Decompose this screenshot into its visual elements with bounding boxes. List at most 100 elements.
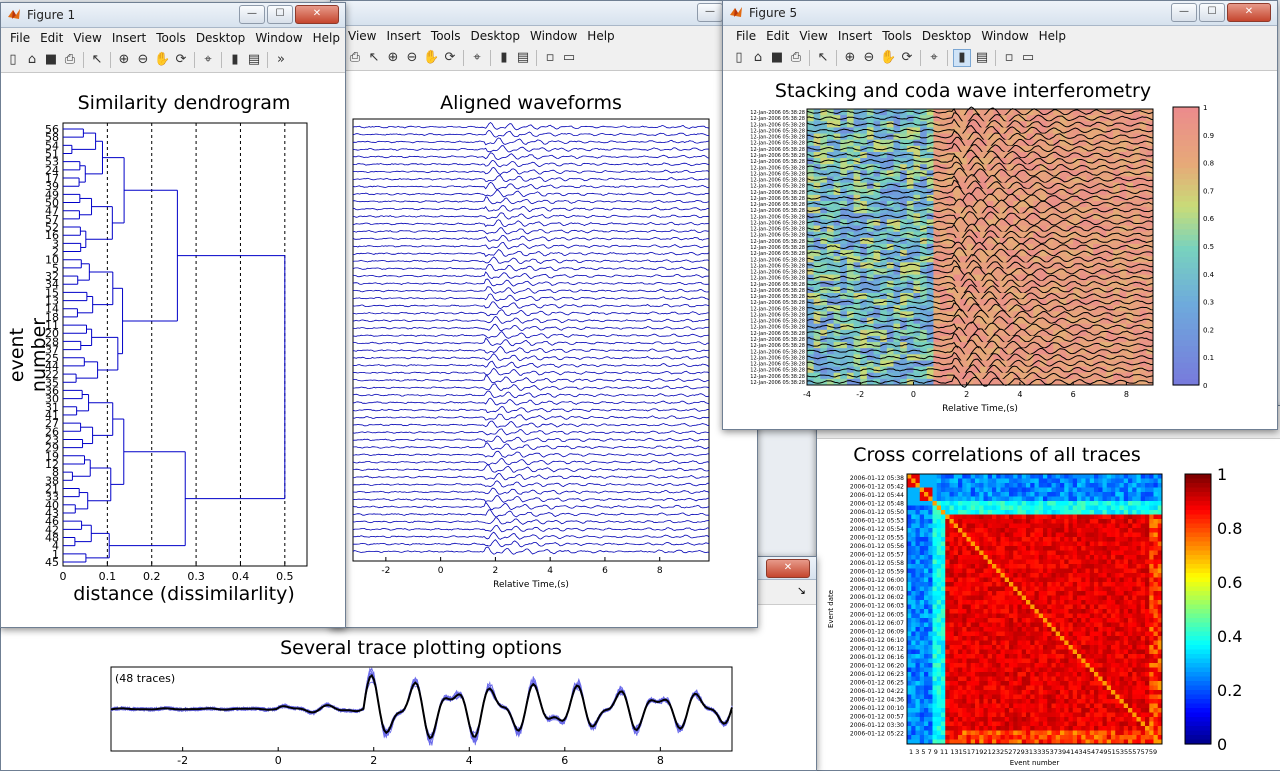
xcorr-cell (1124, 569, 1129, 574)
xcorr-cell (971, 501, 976, 506)
xcorr-cell (1056, 519, 1061, 524)
xcorr-ytick-label: 2006-01-12 05:54 (850, 526, 904, 533)
xcorr-cell (924, 614, 929, 619)
xcorr-cell (1128, 722, 1133, 727)
xcorr-cell (1103, 717, 1108, 722)
xcorr-cell (1124, 587, 1129, 592)
xcorr-cell (1064, 645, 1069, 650)
xcorr-cell (950, 609, 955, 614)
xcorr-cell (988, 632, 993, 637)
xcorr-cell (1077, 483, 1082, 488)
xcorr-cell (1001, 560, 1006, 565)
xcorr-cell (1043, 560, 1048, 565)
xcorr-cell (1013, 515, 1018, 520)
xcorr-cell (1098, 654, 1103, 659)
xcorr-cell (1060, 663, 1065, 668)
xcorr-cell (937, 731, 942, 736)
xcorr-cell (1069, 677, 1074, 682)
xcorr-cell (941, 501, 946, 506)
xcorr-cell (1039, 605, 1044, 610)
xcorr-cell (1005, 492, 1010, 497)
xcorr-cell (984, 726, 989, 731)
xcorr-cell (1094, 708, 1099, 713)
xcorr-cell (1137, 537, 1142, 542)
xcorr-cell (975, 578, 980, 583)
menu-dock-icon[interactable]: ↘ (345, 33, 346, 44)
xcorr-cell (979, 506, 984, 511)
xcorr-cell (984, 623, 989, 628)
xcorr-cell (916, 713, 921, 718)
xcorr-cell (924, 542, 929, 547)
xcorr-cell (1103, 600, 1108, 605)
xcorr-cell (1005, 627, 1010, 632)
xcorr-cell (1132, 483, 1137, 488)
xcorr-cell (1154, 735, 1159, 740)
xcorr-cell (975, 641, 980, 646)
xcorr-colorbar-cell (1185, 510, 1211, 515)
xcorr-cell (1077, 582, 1082, 587)
xcorr-cell (1081, 618, 1086, 623)
xcorr-cell (1137, 713, 1142, 718)
stacking-plot[interactable]: 12-Jan-2006 05:38:2812-Jan-2006 05:38:28… (723, 1, 1277, 429)
aligned-waveforms-window[interactable]: — ☐ View Insert Tools Desktop Window Hel… (330, 0, 758, 628)
xcorr-cell (996, 551, 1001, 556)
xcorr-cell (984, 596, 989, 601)
xcorr-cell (967, 623, 972, 628)
xcorr-cell (920, 713, 925, 718)
xcorr-cell (996, 488, 1001, 493)
xcorr-cell (984, 537, 989, 542)
dendrogram-plot[interactable]: 00.10.20.30.40.5565854515324173949504757… (1, 3, 345, 627)
xcorr-cell (1056, 641, 1061, 646)
xcorr-cell (984, 632, 989, 637)
aligned-plot[interactable]: -202468Relative Time,(s) (331, 1, 757, 627)
xcorr-cell (1103, 537, 1108, 542)
xcorr-cell (1013, 636, 1018, 641)
xcorr-cell (1064, 677, 1069, 682)
xcorr-cell (1047, 542, 1052, 547)
xcorr-cell (1026, 537, 1031, 542)
xcorr-cell (962, 623, 967, 628)
xcorr-cell (937, 506, 942, 511)
xcorr-cell (1107, 636, 1112, 641)
xcorr-cell (1026, 672, 1031, 677)
xcorr-cell (1086, 488, 1091, 493)
xcorr-cell (958, 713, 963, 718)
stacking-cell (807, 115, 814, 122)
xcorr-cell (1098, 735, 1103, 740)
xcorr-cell (1149, 722, 1154, 727)
xcorr-cell (988, 627, 993, 632)
xcorr-cell (1124, 645, 1129, 650)
xcorr-cell (1022, 713, 1027, 718)
xcorr-cell (1077, 645, 1082, 650)
xcorr-cell (1128, 623, 1133, 628)
stacking-cell (913, 170, 920, 177)
figure5-window[interactable]: Figure 5 — ☐ ✕ File Edit View Insert Too… (722, 0, 1278, 430)
xcorr-cell (950, 636, 955, 641)
xcorr-cell (1052, 528, 1057, 533)
xcorr-cell (954, 551, 959, 556)
figure1-window[interactable]: Figure 1 — ☐ ✕ File Edit View Insert Too… (0, 2, 346, 628)
xcorr-cell (1115, 641, 1120, 646)
xcorr-figure-window[interactable]: Cross correlations of all traces 2006-01… (816, 405, 1280, 771)
xcorr-cell (958, 704, 963, 709)
xcorr-cell (1090, 587, 1095, 592)
xcorr-cell (992, 659, 997, 664)
xcorr-cell (967, 713, 972, 718)
stacking-row-label: 12-Jan-2006 05:38:28 (750, 190, 805, 196)
xcorr-cell (1128, 731, 1133, 736)
xcorr-cell (916, 537, 921, 542)
xcorr-cell (988, 524, 993, 529)
xcorr-cell (1120, 645, 1125, 650)
xcorr-cell (928, 663, 933, 668)
xcorr-cell (1141, 492, 1146, 497)
xcorr-cell (979, 605, 984, 610)
xcorr-cell (1073, 555, 1078, 560)
xcorr-cell (1141, 618, 1146, 623)
xcorr-cell (1115, 645, 1120, 650)
aligned-xtick-label: 4 (547, 566, 553, 576)
xcorr-cell (1124, 578, 1129, 583)
xcorr-cell (1115, 614, 1120, 619)
xcorr-cell (1060, 515, 1065, 520)
xcorr-cell (1090, 623, 1095, 628)
xcorr-plot[interactable]: 2006-01-12 05:382006-01-12 05:422006-01-… (817, 446, 1280, 771)
